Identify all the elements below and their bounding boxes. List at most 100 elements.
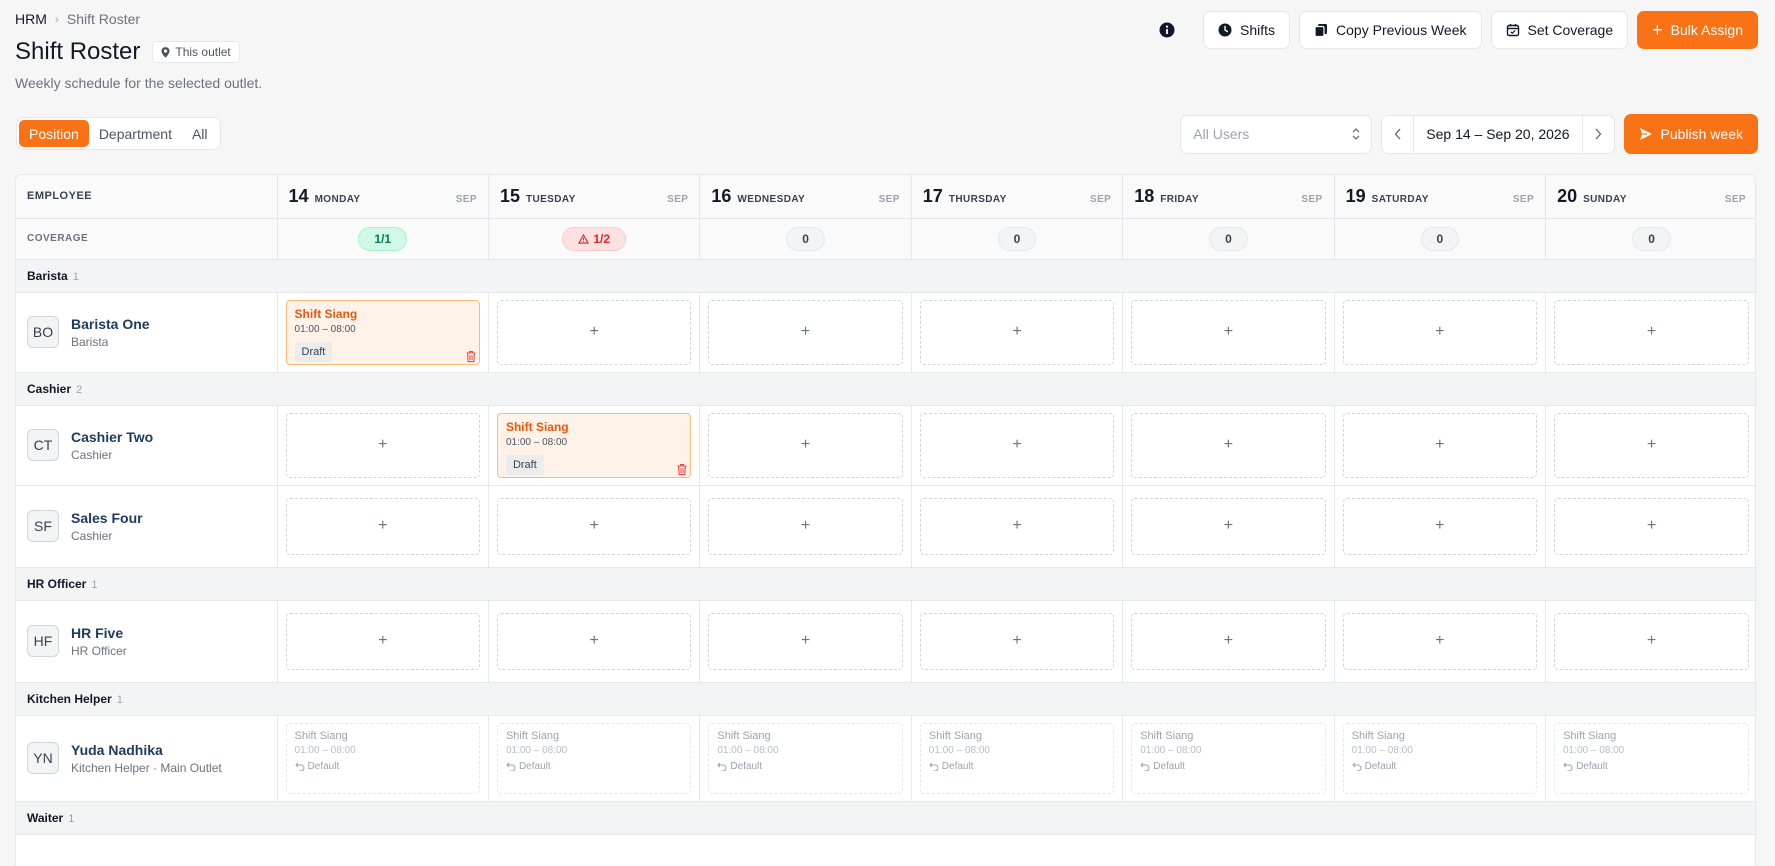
coverage-badge[interactable]: 0 (997, 226, 1037, 251)
add-shift-slot[interactable]: + (1554, 299, 1749, 365)
employee-name[interactable]: HR Five (71, 625, 127, 641)
add-shift-slot[interactable]: + (919, 299, 1115, 365)
breadcrumb-root-link[interactable]: HRM (15, 11, 47, 27)
coverage-badge[interactable]: 0 (1209, 226, 1248, 251)
shift-time: 01:00 – 08:00 (1140, 744, 1202, 756)
prev-week-button[interactable] (1382, 116, 1413, 153)
user-select[interactable]: All Users (1180, 114, 1373, 154)
default-tag: Default (929, 761, 1105, 772)
warning-icon (578, 233, 590, 244)
default-tag: Default (1563, 761, 1740, 772)
shift-card[interactable]: Shift Siang 01:00 – 08:00 Draft (496, 412, 692, 478)
day-header-friday: 18 FRIDAY SEP (1122, 175, 1335, 219)
default-shift-card[interactable]: Shift Siang 01:00 – 08:00 Default (496, 722, 692, 794)
plus-icon: + (1652, 20, 1663, 40)
coverage-badge[interactable]: 1/1 (358, 226, 408, 251)
employee-name[interactable]: Sales Four (71, 510, 143, 526)
next-week-button[interactable] (1583, 116, 1614, 153)
add-shift-slot[interactable]: + (708, 299, 903, 365)
coverage-badge[interactable]: 0 (786, 226, 825, 251)
coverage-row: COVERAGE 1/1 1/2 0 0 0 0 0 (16, 218, 1755, 260)
day-name: TUESDAY (525, 193, 576, 205)
default-shift-card[interactable]: Shift Siang 01:00 – 08:00 Default (919, 722, 1115, 794)
employee-name[interactable]: Barista One (71, 316, 150, 332)
undo-icon (294, 762, 304, 771)
employee-role: Barista (71, 334, 109, 349)
coverage-badge[interactable]: 1/2 (562, 226, 626, 251)
default-shift-card[interactable]: Shift Siang 01:00 – 08:00 Default (285, 722, 480, 794)
add-shift-slot[interactable]: + (1131, 412, 1326, 478)
day-header-sunday: 20 SUNDAY SEP (1545, 175, 1755, 219)
undo-icon (929, 762, 939, 771)
add-shift-slot[interactable]: + (285, 612, 480, 670)
week-range[interactable]: Sep 14 – Sep 20, 2026 (1413, 115, 1583, 153)
publish-week-button[interactable]: Publish week (1623, 114, 1758, 154)
shifts-button[interactable]: Shifts (1203, 11, 1291, 49)
coverage-label: COVERAGE (16, 218, 278, 260)
shift-time: 01:00 – 08:00 (1351, 744, 1413, 756)
coverage-badge[interactable]: 0 (1632, 226, 1671, 251)
add-shift-slot[interactable]: + (496, 497, 692, 555)
add-shift-slot[interactable]: + (285, 412, 480, 478)
day-name: SUNDAY (1583, 193, 1627, 205)
employee-name[interactable]: Cashier Two (71, 429, 153, 445)
copy-previous-week-button[interactable]: Copy Previous Week (1299, 11, 1482, 49)
add-shift-slot[interactable]: + (1342, 612, 1538, 670)
default-tag-label: Default (730, 760, 763, 772)
bulk-assign-button[interactable]: + Bulk Assign (1637, 11, 1758, 49)
employee-row: YN Yuda Nadhika Kitchen Helper · Main Outl… (16, 715, 1755, 802)
day-month: SEP (1724, 193, 1746, 205)
add-shift-slot[interactable]: + (1131, 612, 1326, 670)
day-cell: + (1545, 405, 1755, 486)
add-shift-slot[interactable]: + (919, 497, 1115, 555)
default-tag-label: Default (518, 760, 551, 772)
add-shift-slot[interactable]: + (1554, 612, 1749, 670)
info-icon[interactable] (1156, 19, 1178, 41)
default-shift-card[interactable]: Shift Siang 01:00 – 08:00 Default (1131, 722, 1326, 794)
add-shift-slot[interactable]: + (496, 612, 692, 670)
group-count: 1 (116, 693, 123, 706)
group-header: Kitchen Helper 1 (16, 682, 1755, 716)
add-shift-slot[interactable]: + (1554, 412, 1749, 478)
shift-name: Shift Siang (717, 729, 771, 742)
shift-time: 01:00 – 08:00 (294, 744, 356, 756)
add-shift-slot[interactable]: + (1131, 299, 1326, 365)
view-toggle-all[interactable]: All (182, 120, 218, 147)
default-shift-card[interactable]: Shift Siang 01:00 – 08:00 Default (1554, 722, 1749, 794)
add-shift-slot[interactable]: + (1131, 497, 1326, 555)
page-subtitle: Weekly schedule for the selected outlet. (15, 75, 263, 91)
trash-icon[interactable] (676, 463, 688, 476)
employee-cell: YN Yuda Nadhika Kitchen Helper · Main Outl… (16, 715, 278, 802)
add-shift-slot[interactable]: + (708, 412, 903, 478)
add-shift-slot[interactable]: + (708, 612, 903, 670)
group-count: 1 (91, 578, 98, 591)
employee-name[interactable]: Yuda Nadhika (71, 742, 222, 758)
day-cell: Shift Siang 01:00 – 08:00 Draft (277, 292, 489, 373)
shift-card[interactable]: Shift Siang 01:00 – 08:00 Draft (285, 299, 480, 365)
add-shift-slot[interactable]: + (919, 612, 1115, 670)
default-shift-card[interactable]: Shift Siang 01:00 – 08:00 Default (1342, 722, 1538, 794)
day-cell: Shift Siang 01:00 – 08:00 Default (1545, 715, 1755, 802)
add-shift-slot[interactable]: + (1554, 497, 1749, 555)
view-toggle-department[interactable]: Department (89, 120, 182, 147)
day-cell: + (1122, 292, 1335, 373)
add-shift-slot[interactable]: + (285, 497, 480, 555)
shift-time: 01:00 – 08:00 (294, 323, 356, 335)
group-row-barista: Barista 1 (16, 259, 1755, 293)
default-shift-card[interactable]: Shift Siang 01:00 – 08:00 Default (708, 722, 903, 794)
add-shift-slot[interactable]: + (496, 299, 692, 365)
add-shift-slot[interactable]: + (1342, 497, 1538, 555)
coverage-badge[interactable]: 0 (1420, 226, 1460, 251)
set-coverage-button[interactable]: Set Coverage (1490, 11, 1629, 49)
add-shift-slot[interactable]: + (708, 497, 903, 555)
add-shift-slot[interactable]: + (1342, 299, 1538, 365)
day-cell: + (488, 485, 701, 568)
add-shift-slot[interactable]: + (919, 412, 1115, 478)
avatar: YN (27, 742, 59, 774)
view-toggle-position[interactable]: Position (19, 120, 89, 147)
employee-row: BO Barista One Barista Shift Siang 01:00 – 0… (16, 292, 1755, 373)
trash-icon[interactable] (465, 350, 477, 363)
default-tag: Default (717, 761, 893, 772)
day-header-inner: 14 MONDAY SEP (289, 186, 477, 207)
add-shift-slot[interactable]: + (1342, 412, 1538, 478)
